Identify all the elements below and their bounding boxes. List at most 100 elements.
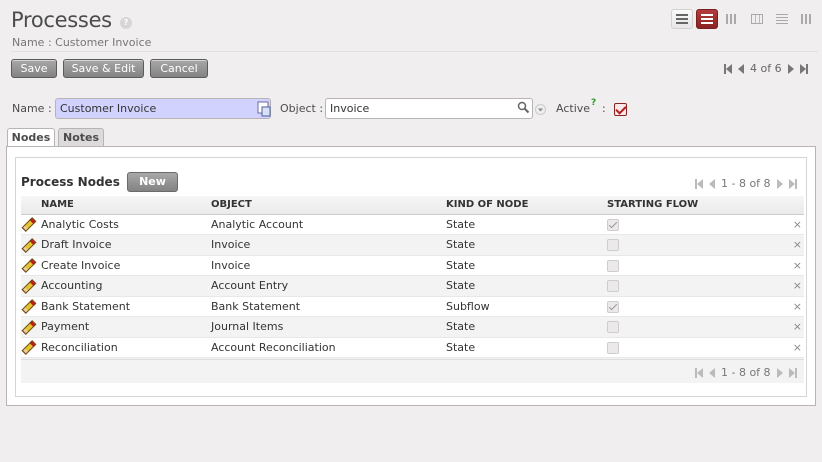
starting-flow-checkbox xyxy=(607,259,619,272)
form-view-button[interactable] xyxy=(696,9,718,29)
last-record-icon[interactable] xyxy=(799,63,808,74)
table-row[interactable]: Analytic Costs Analytic Account State × xyxy=(21,214,804,235)
delete-icon[interactable]: × xyxy=(782,316,804,338)
graph-icon xyxy=(726,14,738,24)
table-row[interactable]: Draft Invoice Invoice State × xyxy=(21,234,804,256)
delete-icon[interactable]: × xyxy=(782,337,804,358)
active-colon: : xyxy=(602,102,606,115)
edit-icon[interactable] xyxy=(21,321,34,334)
kanban-view-button[interactable] xyxy=(796,9,818,29)
edit-icon[interactable] xyxy=(21,280,34,293)
list-view-button[interactable] xyxy=(671,9,693,29)
name-field[interactable]: Customer Invoice xyxy=(55,98,271,119)
active-help-icon[interactable]: ? xyxy=(591,98,596,108)
active-checkbox[interactable] xyxy=(614,103,627,116)
table-footer: 1 - 8 of 8 xyxy=(21,359,804,383)
object-field[interactable]: Invoice xyxy=(325,98,533,119)
last-page-icon[interactable] xyxy=(788,367,797,378)
node-object: Analytic Account xyxy=(211,214,446,235)
starting-flow-checkbox xyxy=(607,239,619,252)
node-name: Bank Statement xyxy=(41,296,211,317)
previous-record-icon[interactable] xyxy=(738,63,744,74)
dropdown-icon[interactable] xyxy=(535,104,546,115)
table-row[interactable]: Accounting Account Entry State × xyxy=(21,275,804,297)
help-icon[interactable]: ? xyxy=(120,17,132,29)
cancel-button[interactable]: Cancel xyxy=(150,59,208,78)
save-button[interactable]: Save xyxy=(11,59,57,78)
table-header: NAME OBJECT KIND OF NODE STARTING FLOW xyxy=(21,196,804,215)
next-page-icon[interactable] xyxy=(776,367,783,378)
delete-icon[interactable]: × xyxy=(782,275,804,297)
first-page-icon[interactable] xyxy=(695,367,703,378)
gantt-icon xyxy=(776,14,788,24)
node-object: Invoice xyxy=(211,255,446,276)
edit-icon[interactable] xyxy=(21,218,34,231)
node-kind: State xyxy=(446,255,607,276)
search-icon[interactable] xyxy=(517,101,530,114)
header-divider xyxy=(11,51,818,52)
node-name: Draft Invoice xyxy=(41,234,211,256)
new-node-button[interactable]: New xyxy=(127,172,178,192)
node-name: Accounting xyxy=(41,275,211,297)
page-title: Processes xyxy=(11,8,112,32)
node-object: Journal Items xyxy=(211,316,446,338)
next-page-icon[interactable] xyxy=(776,178,783,189)
nodes-panel: Process Nodes New 1 - 8 of 8 NAME OBJECT… xyxy=(6,146,816,406)
pager-text: 4 of 6 xyxy=(750,62,782,75)
table-row[interactable]: Reconciliation Account Reconciliation Stat… xyxy=(21,337,804,358)
kanban-icon xyxy=(801,14,813,24)
calendar-icon xyxy=(751,14,763,24)
table-row[interactable]: Bank Statement Bank Statement Subflow × xyxy=(21,296,804,317)
object-label: Object : xyxy=(280,102,324,115)
previous-page-icon[interactable] xyxy=(709,178,715,189)
edit-icon[interactable] xyxy=(21,259,34,272)
next-record-icon[interactable] xyxy=(787,63,794,74)
nodes-pager-bottom: 1 - 8 of 8 xyxy=(692,366,800,379)
delete-icon[interactable]: × xyxy=(782,255,804,276)
node-name: Payment xyxy=(41,316,211,338)
starting-flow-checkbox xyxy=(607,300,619,313)
translate-icon[interactable] xyxy=(257,101,271,117)
previous-page-icon[interactable] xyxy=(709,367,715,378)
graph-view-button[interactable] xyxy=(721,9,743,29)
column-kind[interactable]: KIND OF NODE xyxy=(446,196,607,215)
starting-flow-checkbox xyxy=(607,280,619,293)
node-name: Analytic Costs xyxy=(41,214,211,235)
node-object: Bank Statement xyxy=(211,296,446,317)
save-edit-button[interactable]: Save & Edit xyxy=(63,59,144,78)
first-record-icon[interactable] xyxy=(724,63,732,74)
node-object: Account Reconciliation xyxy=(211,337,446,358)
nodes-pager-text: 1 - 8 of 8 xyxy=(721,366,771,379)
list-icon xyxy=(676,14,688,24)
node-kind: State xyxy=(446,337,607,358)
column-starting-flow[interactable]: STARTING FLOW xyxy=(607,196,782,215)
delete-icon[interactable]: × xyxy=(782,234,804,256)
gantt-view-button[interactable] xyxy=(771,9,793,29)
starting-flow-checkbox xyxy=(607,341,619,354)
column-object[interactable]: OBJECT xyxy=(211,196,446,215)
delete-icon[interactable]: × xyxy=(782,296,804,317)
node-kind: State xyxy=(446,234,607,256)
nodes-pager-top: 1 - 8 of 8 xyxy=(692,177,800,190)
column-name[interactable]: NAME xyxy=(41,196,211,215)
node-name: Reconciliation xyxy=(41,337,211,358)
node-kind: Subflow xyxy=(446,296,607,317)
breadcrumb: Name : Customer Invoice xyxy=(12,36,152,49)
name-label: Name : xyxy=(12,102,52,115)
first-page-icon[interactable] xyxy=(695,178,703,189)
node-object: Account Entry xyxy=(211,275,446,297)
node-kind: State xyxy=(446,275,607,297)
edit-icon[interactable] xyxy=(21,239,34,252)
last-page-icon[interactable] xyxy=(788,178,797,189)
table-row[interactable]: Create Invoice Invoice State × xyxy=(21,255,804,276)
calendar-view-button[interactable] xyxy=(746,9,768,29)
node-name: Create Invoice xyxy=(41,255,211,276)
tab-notes[interactable]: Notes xyxy=(58,128,104,147)
table-row[interactable]: Payment Journal Items State × xyxy=(21,316,804,338)
edit-icon[interactable] xyxy=(21,300,34,313)
tab-nodes[interactable]: Nodes xyxy=(7,128,55,148)
node-object: Invoice xyxy=(211,234,446,256)
view-switcher xyxy=(668,9,818,29)
delete-icon[interactable]: × xyxy=(782,214,804,235)
edit-icon[interactable] xyxy=(21,341,34,354)
